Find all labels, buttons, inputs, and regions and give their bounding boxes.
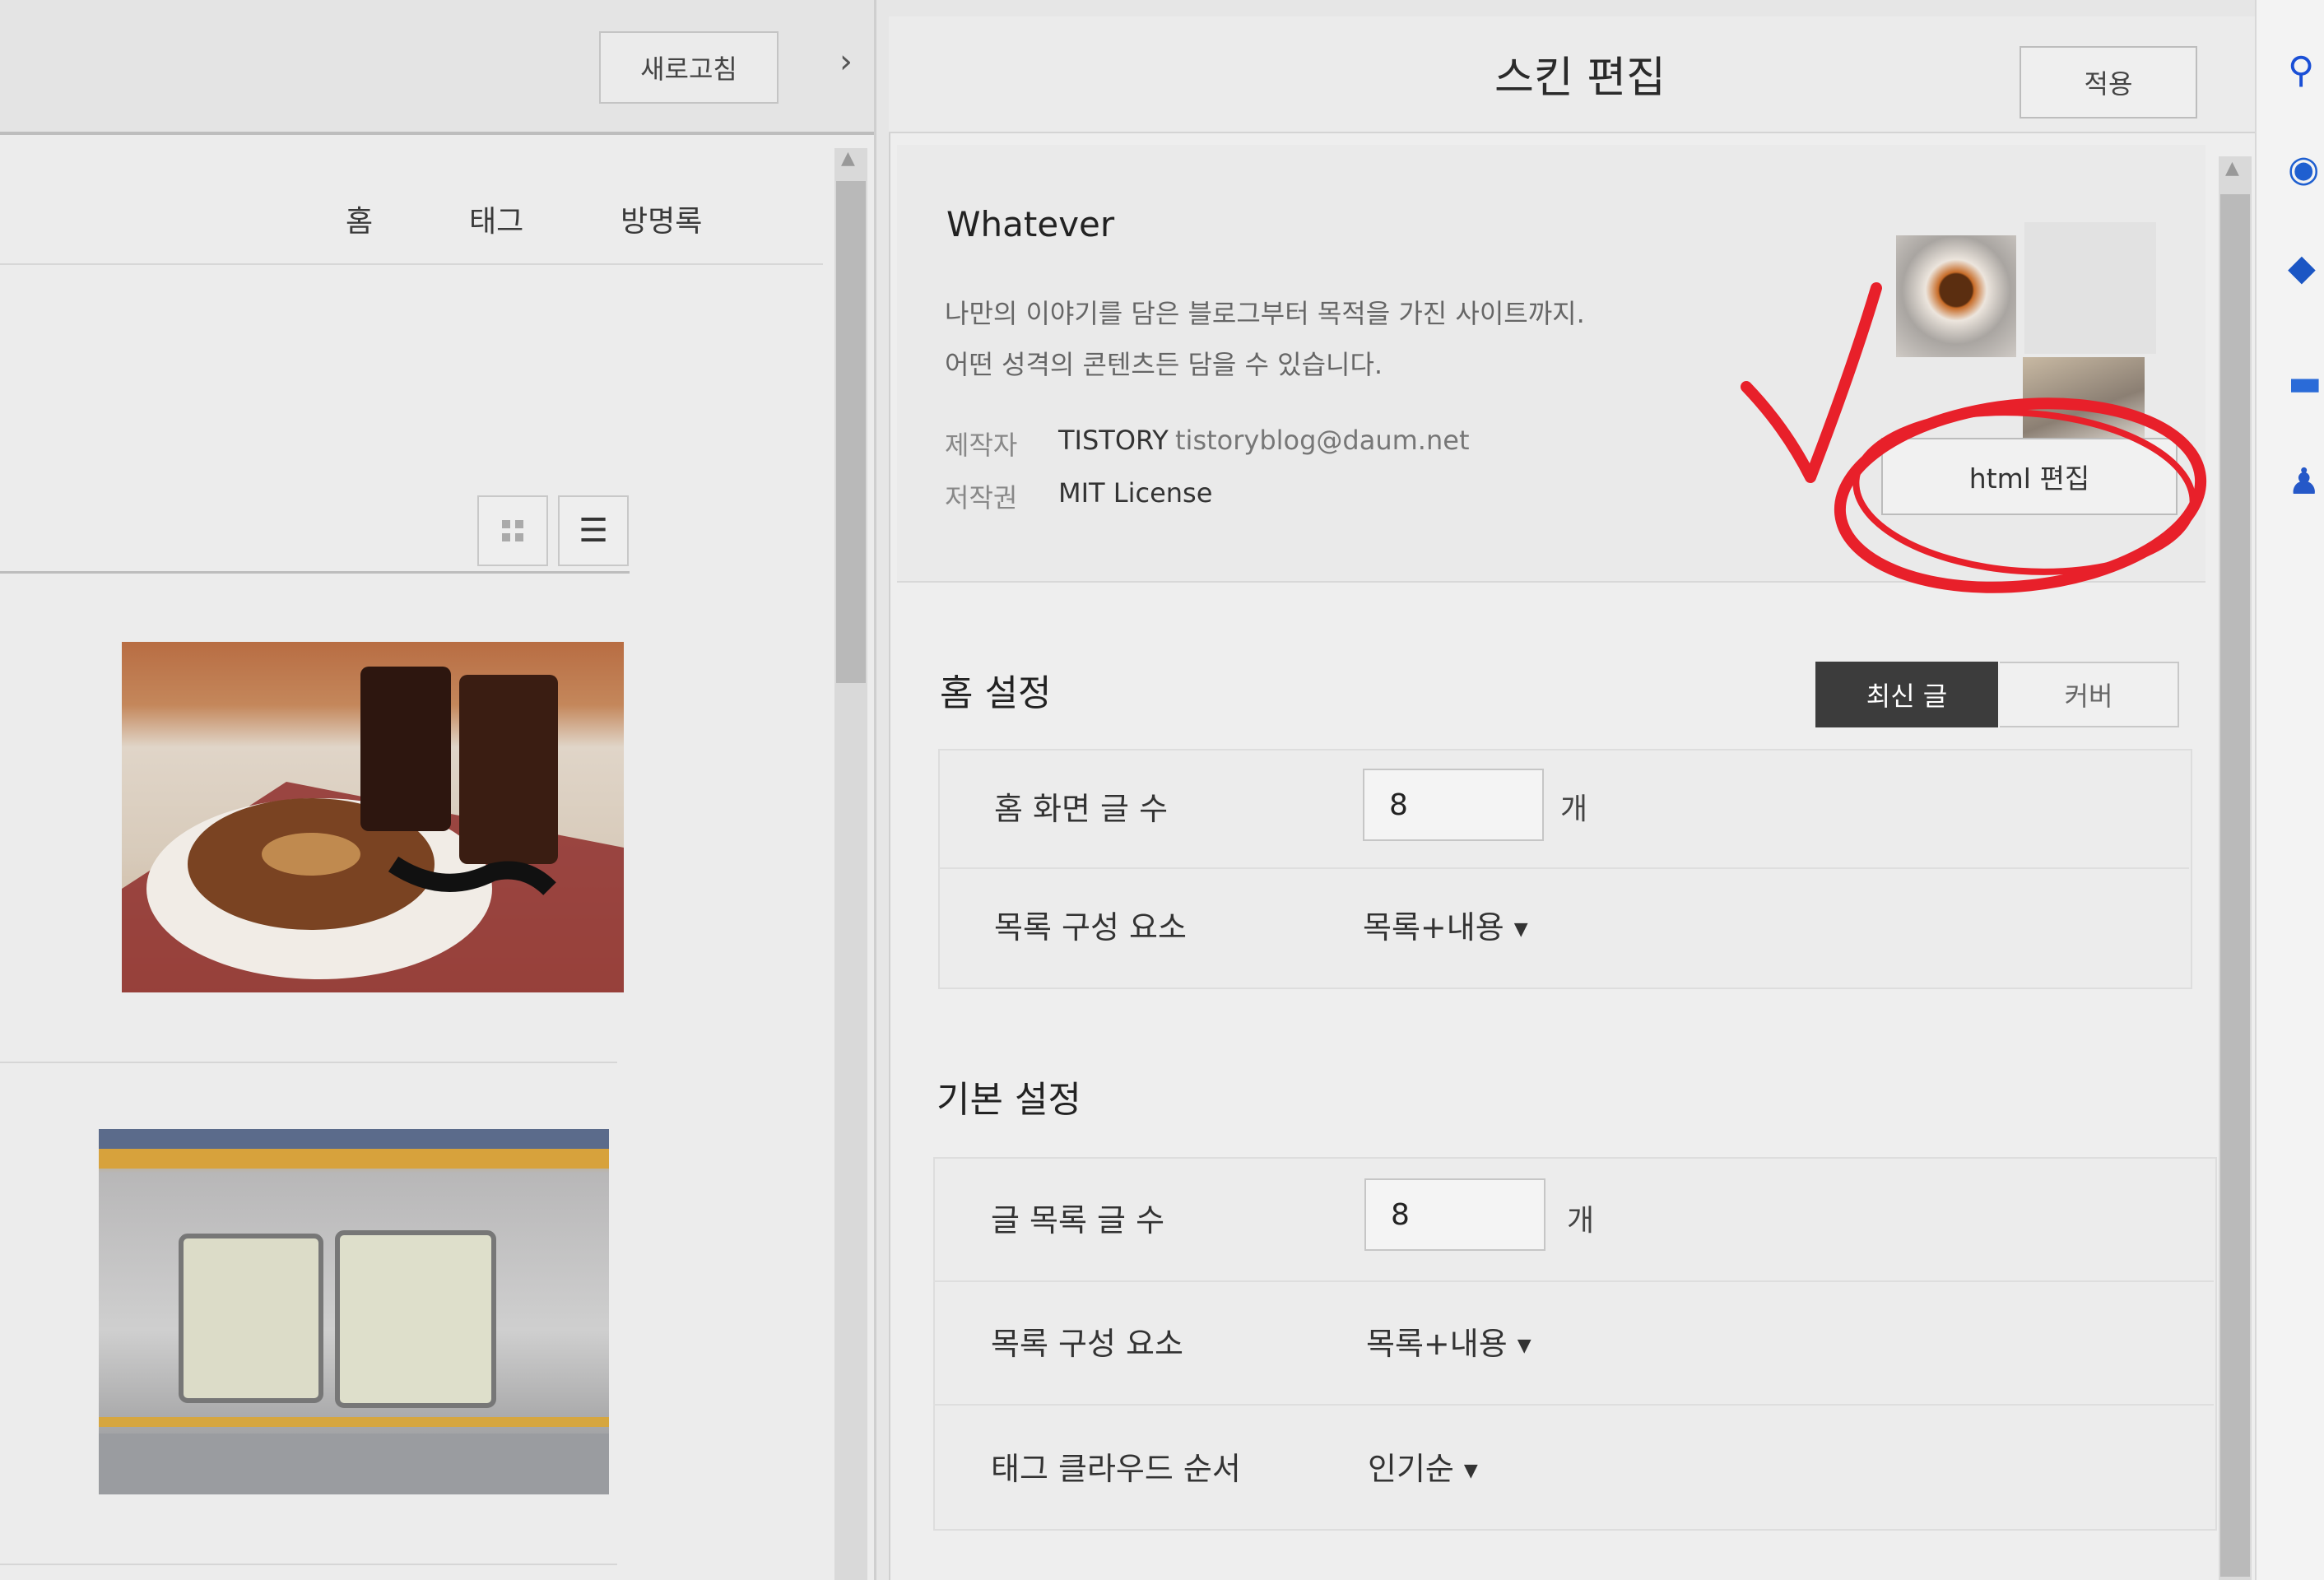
caret-down-icon: ▼: [1463, 1461, 1478, 1481]
post-thumbnail[interactable]: [122, 642, 624, 992]
list-post-count-input[interactable]: [1364, 1178, 1545, 1251]
dropdown-value: 목록+내용: [1363, 909, 1504, 946]
train-photo: [99, 1129, 609, 1494]
list-icon: ☰: [579, 512, 608, 550]
tab-cover[interactable]: 커버: [2000, 662, 2179, 727]
html-edit-button[interactable]: html 편집: [1881, 438, 2178, 515]
browser-sidebar: [2255, 0, 2324, 1580]
basic-settings-title: 기본 설정: [937, 1079, 1081, 1121]
skin-preview-image: [2023, 357, 2145, 439]
dropdown-value: 인기순: [1368, 1451, 1454, 1487]
coffee-donut-photo: [122, 667, 624, 992]
skin-preview-image: [2024, 222, 2156, 354]
blog-nav: 홈 태그 방명록: [0, 165, 823, 265]
preview-scrollbar-thumb[interactable]: [836, 181, 866, 683]
home-settings-title: 홈 설정: [940, 672, 1052, 714]
list-components-dropdown[interactable]: 목록+내용 ▼: [1366, 1318, 1532, 1364]
copyright-value: MIT License: [1058, 477, 1213, 509]
skin-description: 어떤 성격의 콘텐츠든 담을 수 있습니다.: [945, 349, 1383, 380]
setting-label: 홈 화면 글 수: [994, 791, 1169, 827]
unit-label: 개: [1567, 1204, 1595, 1238]
setting-label: 목록 구성 요소: [994, 909, 1187, 946]
tools-icon[interactable]: ▬: [2288, 362, 2322, 404]
home-post-count-input[interactable]: [1363, 769, 1544, 841]
divider: [0, 1564, 617, 1565]
dropdown-value: 목록+내용: [1366, 1326, 1508, 1362]
divider: [0, 571, 630, 574]
page-title: 스킨 편집: [1494, 53, 1666, 103]
skin-description: 나만의 이야기를 담은 블로그부터 목적을 가진 사이트까지.: [945, 298, 1585, 329]
tag-cloud-order-dropdown[interactable]: 인기순 ▼: [1368, 1443, 1478, 1489]
author-label: 제작자: [945, 430, 1018, 461]
caret-down-icon: ▼: [1517, 1336, 1532, 1356]
nav-item-guestbook[interactable]: 방명록: [621, 198, 702, 240]
refresh-button[interactable]: 새로고침: [599, 31, 779, 104]
list-components-dropdown[interactable]: 목록+내용 ▼: [1363, 902, 1528, 947]
author-email: tistoryblog@daum.net: [1175, 425, 1470, 456]
scroll-up-icon[interactable]: ▲: [2225, 158, 2239, 179]
author-value: TISTORY: [1058, 425, 1169, 456]
chevron-right-icon[interactable]: ›: [839, 43, 872, 84]
skin-name: Whatever: [946, 204, 1115, 244]
games-icon[interactable]: ♟: [2288, 461, 2320, 503]
shopping-tag-icon[interactable]: ◆: [2288, 247, 2316, 289]
unit-label: 개: [1560, 792, 1588, 826]
nav-item-tag[interactable]: 태그: [469, 198, 523, 240]
scroll-up-icon[interactable]: ▲: [841, 148, 861, 169]
list-view-button[interactable]: ☰: [558, 495, 629, 566]
setting-label: 글 목록 글 수: [991, 1202, 1165, 1238]
nav-item-home[interactable]: 홈: [346, 198, 373, 240]
search-icon[interactable]: ⚲: [2288, 49, 2314, 91]
editor-scrollbar-thumb[interactable]: [2220, 194, 2250, 1577]
skin-preview-image: [1896, 235, 2016, 357]
copyright-label: 저작권: [945, 482, 1018, 514]
setting-label: 태그 클라우드 순서: [991, 1451, 1241, 1487]
bing-icon[interactable]: ◉: [2288, 148, 2319, 190]
post-thumbnail[interactable]: [99, 1129, 609, 1494]
apply-button[interactable]: 적용: [2020, 46, 2197, 118]
setting-label: 목록 구성 요소: [991, 1326, 1183, 1362]
grid-icon: [502, 520, 523, 541]
grid-view-button[interactable]: [477, 495, 548, 566]
divider: [0, 1062, 617, 1063]
caret-down-icon: ▼: [1513, 919, 1528, 940]
tab-latest-posts[interactable]: 최신 글: [1815, 662, 1998, 727]
